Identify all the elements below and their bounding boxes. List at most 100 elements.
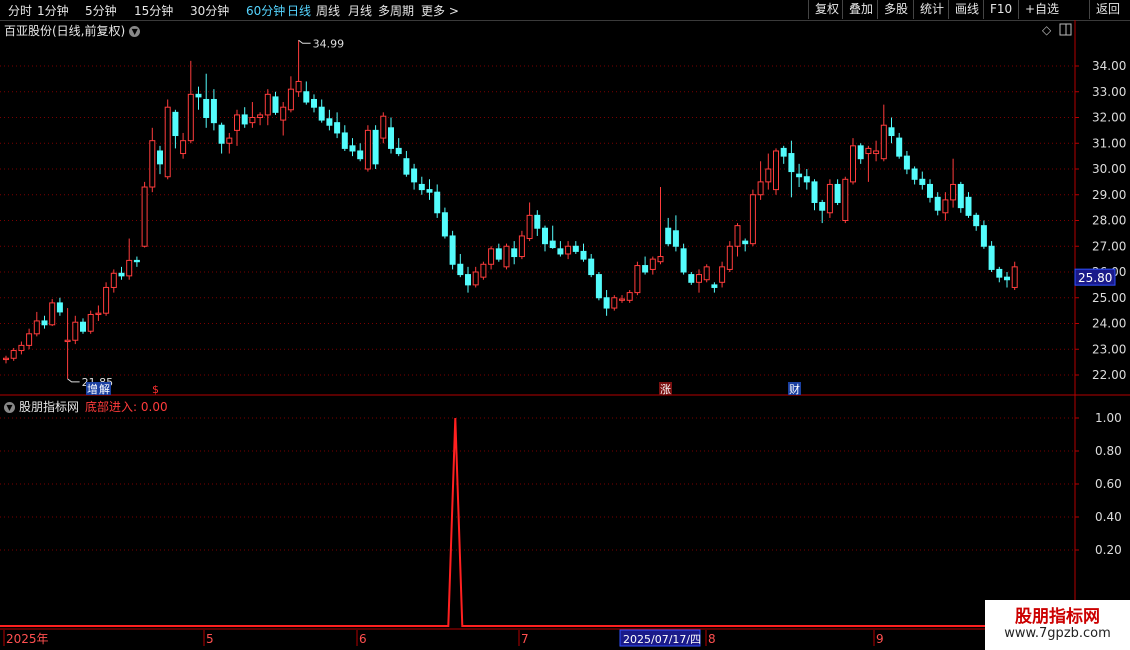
candle-body-down [157, 150, 163, 165]
indicator-tick-label: 0.20 [1095, 543, 1122, 557]
candle-body-up [33, 320, 40, 335]
indicator-tick-label: 0.60 [1095, 477, 1122, 491]
candle-body-up [503, 245, 510, 268]
candle-body-down [672, 230, 679, 247]
watermark-logo: 股朋指标网 www.7gpzb.com [985, 600, 1130, 650]
candle-body-down [742, 240, 749, 245]
candle-body-down [988, 245, 995, 270]
candle-body-up [726, 245, 733, 270]
price-tick-label: 24.00 [1092, 317, 1126, 331]
candle-body-down [711, 284, 718, 288]
candle-body-down [688, 274, 695, 283]
candle-body-down [803, 176, 810, 183]
candle-body-down [642, 265, 649, 273]
candle-body-down [595, 274, 602, 299]
candle-body-down [588, 258, 595, 276]
candle-body-down [796, 173, 803, 178]
candle-body-up [850, 145, 856, 183]
date-label: 8 [708, 632, 716, 646]
date-label: 2025年 [6, 632, 49, 646]
candle-body-down [919, 178, 926, 185]
date-label: 5 [206, 632, 214, 646]
date-label: 9 [876, 632, 884, 646]
price-tick-label: 30.00 [1092, 162, 1126, 176]
candle-body-up [719, 266, 726, 283]
candle-body-down [434, 191, 441, 214]
candle-body-up [842, 178, 849, 222]
price-tick-label: 32.00 [1092, 111, 1126, 125]
candle-body-up [110, 272, 117, 288]
candle-body-up [141, 186, 148, 247]
price-tick-label: 31.00 [1092, 136, 1126, 150]
candle-body-down [388, 127, 394, 149]
price-tick-label: 28.00 [1092, 214, 1126, 228]
candle-body-up [865, 147, 872, 155]
candle-body-up [103, 286, 110, 314]
candle-body-up [380, 115, 387, 139]
candle-body-up [149, 140, 156, 188]
candle-body-down [927, 183, 933, 198]
candle-body-down [218, 124, 225, 144]
candle-body-down [965, 196, 972, 216]
candle-body-up [249, 117, 256, 124]
candle-body-up [950, 183, 957, 201]
kline-chart[interactable]: 34.00 33.00 32.00 31.00 30.00 29.00 28.00 27.00… [0, 0, 1130, 650]
candle-body-up [696, 274, 702, 283]
date-label: 7 [521, 632, 529, 646]
candle-body-up [649, 258, 656, 270]
candle-body-up [873, 150, 880, 155]
candle-body-up [565, 245, 572, 255]
candle-body-down [542, 227, 548, 245]
candle-body-down [911, 168, 918, 180]
candle-body-up [187, 93, 194, 142]
candle-body-up [264, 93, 271, 116]
watermark-url: www.7gpzb.com [1004, 626, 1111, 641]
candle-body-up [126, 259, 133, 277]
candle-body-up [626, 292, 633, 301]
candle-body-up [488, 248, 495, 265]
price-tick-label: 22.00 [1092, 368, 1126, 382]
candle-body-up [734, 225, 741, 247]
low-pointer [67, 378, 80, 383]
candle-body-down [888, 127, 895, 137]
indicator-tick-label: 0.80 [1095, 444, 1122, 458]
candle-body-down [465, 274, 471, 286]
candle-body-down [665, 227, 672, 245]
candle-body-down [449, 235, 456, 265]
candle-body-down [357, 150, 364, 160]
candle-body-up [619, 298, 625, 301]
candle-body-up [634, 265, 641, 294]
candle-body-up [10, 350, 17, 359]
candle-body-up [295, 80, 302, 93]
diamond-icon: ◇ [1042, 23, 1052, 37]
candle-body-up [49, 302, 56, 326]
candle-body-up [72, 321, 79, 341]
candle-body-down [411, 168, 418, 183]
candle-body-down [318, 106, 325, 121]
candle-body-up [749, 194, 756, 245]
date-label: 6 [359, 632, 367, 646]
price-tick-label: 25.00 [1092, 291, 1126, 305]
candle-body-down [903, 155, 910, 170]
candle-body-up [257, 114, 264, 119]
candle-body-down [272, 96, 279, 113]
candle-body-down [580, 250, 587, 260]
candle-body-up [18, 344, 25, 352]
high-price-label: 34.99 [313, 37, 345, 50]
candle-body-down [395, 147, 402, 155]
event-marker: 增 [87, 382, 98, 396]
candle-body-down [41, 320, 48, 326]
candle-body-down [241, 114, 248, 125]
candle-body-up [480, 263, 487, 278]
candle-body-down [572, 245, 579, 252]
indicator-tick-label: 0.40 [1095, 510, 1122, 524]
candle-body-up [180, 140, 187, 155]
candle-body-up [164, 106, 171, 178]
candle-body-down [203, 98, 210, 118]
candle-body-down [495, 248, 502, 260]
candle-body-down [172, 111, 179, 137]
event-marker: 涨 [660, 383, 671, 396]
candle-body-down [534, 214, 541, 229]
candle-body-up [64, 339, 71, 343]
candle-body-down [334, 122, 341, 134]
